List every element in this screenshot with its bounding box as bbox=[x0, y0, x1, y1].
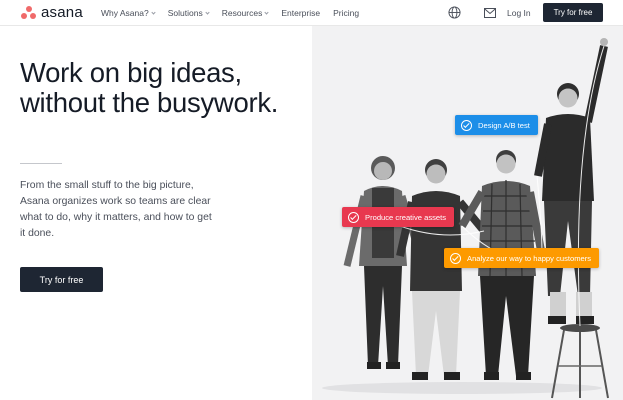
main-nav: Why Asana? Solutions Resources Enterpris… bbox=[101, 0, 372, 26]
asana-logo-icon bbox=[20, 6, 37, 20]
checkmark-circle-icon bbox=[348, 211, 359, 223]
top-navigation-bar: asana Why Asana? Solutions Resources Ent… bbox=[0, 0, 623, 26]
hero-divider bbox=[20, 163, 62, 164]
chevron-down-icon bbox=[264, 9, 269, 15]
login-link[interactable]: Log In bbox=[507, 8, 531, 18]
nav-resources-label: Resources bbox=[221, 8, 263, 18]
asana-logo[interactable]: asana bbox=[20, 5, 83, 21]
globe-icon[interactable] bbox=[448, 6, 461, 19]
chevron-down-icon bbox=[205, 9, 210, 15]
task-tag-label: Design A/B test bbox=[478, 120, 530, 130]
hero-headline: Work on big ideas, without the busywork. bbox=[20, 58, 320, 118]
nav-why-asana-label: Why Asana? bbox=[101, 8, 149, 18]
try-for-free-hero-button[interactable]: Try for free bbox=[20, 267, 103, 292]
task-tag-label: Produce creative assets bbox=[365, 212, 447, 222]
hero-headline-line-2: without the busywork. bbox=[20, 87, 279, 118]
nav-resources[interactable]: Resources bbox=[222, 8, 269, 18]
nav-why-asana[interactable]: Why Asana? bbox=[101, 8, 156, 18]
nav-solutions[interactable]: Solutions bbox=[167, 8, 210, 18]
task-tag-analyze-customers: Analyze our way to happy customers bbox=[444, 248, 600, 268]
nav-solutions-label: Solutions bbox=[167, 8, 203, 18]
checkmark-circle-icon bbox=[450, 252, 461, 264]
nav-enterprise[interactable]: Enterprise bbox=[281, 8, 320, 18]
task-tag-produce-creative-assets: Produce creative assets bbox=[342, 207, 455, 227]
nav-pricing-label: Pricing bbox=[333, 8, 360, 18]
chevron-down-icon bbox=[151, 9, 156, 15]
checkmark-circle-icon bbox=[461, 119, 472, 131]
brand-name: asana bbox=[41, 4, 83, 21]
nav-enterprise-label: Enterprise bbox=[281, 8, 321, 18]
task-tag-label: Analyze our way to happy customers bbox=[467, 253, 592, 263]
hero-headline-line-1: Work on big ideas, bbox=[20, 57, 242, 88]
try-for-free-header-button[interactable]: Try for free bbox=[543, 3, 603, 22]
task-tag-design-ab-test: Design A/B test bbox=[455, 115, 538, 135]
mail-icon[interactable] bbox=[484, 8, 496, 18]
nav-pricing[interactable]: Pricing bbox=[333, 8, 359, 18]
hero-description: From the small stuff to the big picture,… bbox=[20, 180, 212, 239]
